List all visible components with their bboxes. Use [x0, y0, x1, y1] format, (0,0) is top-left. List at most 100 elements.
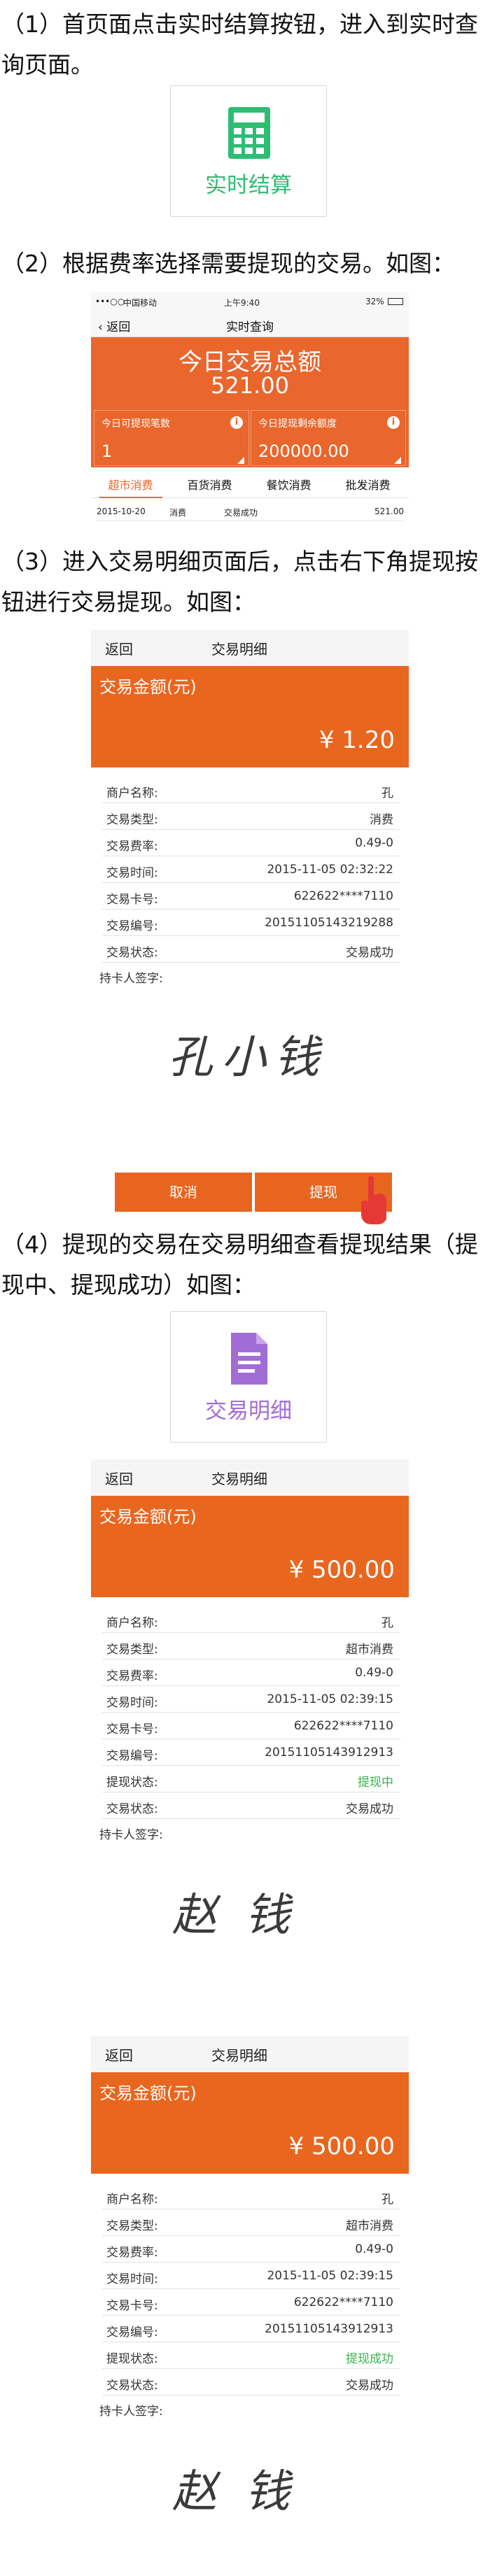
transaction-number-row: 交易编号: 20151105143912913: [102, 1739, 400, 1766]
field-label: 交易卡号:: [106, 2299, 158, 2313]
transaction-number-row: 交易编号: 20151105143219288: [102, 910, 400, 936]
row-type: 消费: [169, 508, 187, 518]
field-value: 孔: [382, 786, 393, 800]
battery-label: 32%: [365, 297, 384, 306]
field-value: 2015-11-05 02:39:15: [267, 2269, 393, 2283]
tab-wholesale[interactable]: 批发消费: [328, 476, 407, 493]
step-1-text: （1）首页面点击实时结算按钮，进入到实时查询页面。: [1, 10, 478, 78]
field-label: 交易卡号:: [106, 1722, 158, 1736]
field-value: 交易成功: [346, 946, 393, 960]
signature-label: 持卡人签字:: [99, 2405, 163, 2419]
detail-title: 交易明细: [211, 1471, 267, 1487]
transaction-detail-screen-2: 返回 交易明细 交易金额(元) ¥ 500.00 商户名称: 孔 交易类型: 超市消…: [91, 1459, 409, 1994]
transaction-detail-screen-3: 返回 交易明细 交易金额(元) ¥ 500.00 商户名称: 孔 交易类型: 超市消…: [91, 2036, 409, 2572]
daily-total-panel: 今日交易总额 521.00 今日可提现笔数 i 1 今日提现剩余额度 i 200…: [91, 337, 409, 467]
detail-title: 交易明细: [211, 2047, 267, 2064]
field-label: 交易编号:: [106, 1749, 158, 1763]
detail-header: 返回 交易明细: [91, 630, 409, 666]
category-tabs: 超市消费 百货消费 餐饮消费 批发消费: [91, 467, 409, 498]
amount-panel: 交易金额(元) ¥ 500.00: [91, 1496, 409, 1597]
withdraw-status-row: 提现状态: 提现成功: [102, 2342, 400, 2369]
transaction-status-row: 交易状态: 交易成功: [102, 2369, 400, 2395]
back-button[interactable]: 返回: [105, 638, 133, 658]
field-label: 交易类型:: [106, 1643, 158, 1657]
field-value: 20151105143912913: [265, 1746, 393, 1760]
amount-panel: 交易金额(元) ¥ 500.00: [91, 2072, 409, 2174]
remaining-limit-value: 200000.00: [258, 441, 349, 461]
field-label: 提现状态:: [106, 2352, 158, 2366]
field-label: 交易编号:: [106, 919, 158, 933]
time-row: 交易时间: 2015-11-05 02:39:15: [102, 1686, 400, 1713]
card-number-row: 交易卡号: 622622****7110: [102, 1713, 400, 1739]
detail-title: 交易明细: [211, 641, 267, 658]
field-label: 交易状态:: [106, 946, 158, 960]
back-button[interactable]: 返回: [105, 1468, 133, 1488]
type-row: 交易类型: 消费: [102, 803, 400, 830]
field-value: 20151105143219288: [265, 916, 393, 930]
transaction-detail-screen-1: 返回 交易明细 交易金额(元) ¥ 1.20 商户名称: 孔 交易类型: 消费 交易…: [91, 630, 409, 1224]
transaction-status-row: 交易状态: 交易成功: [102, 1792, 400, 1819]
field-value: 交易成功: [346, 1802, 393, 1816]
detail-header: 返回 交易明细: [91, 1459, 409, 1496]
amount-label: 交易金额(元): [99, 2083, 197, 2103]
detail-header: 返回 交易明细: [91, 2036, 409, 2072]
info-icon[interactable]: i: [387, 416, 400, 429]
field-value: 超市消费: [346, 2219, 393, 2233]
field-label: 交易时间:: [106, 1696, 158, 1710]
field-label: 交易状态:: [106, 2379, 158, 2393]
field-value: 622622****7110: [293, 889, 393, 903]
field-value: 孔: [382, 1616, 393, 1630]
remaining-limit-label: 今日提现剩余额度: [258, 418, 337, 430]
fee-rate-row: 交易费率: 0.49-0: [102, 2236, 400, 2263]
field-value: 0.49-0: [355, 1666, 393, 1680]
field-label: 交易状态:: [106, 1802, 158, 1816]
withdrawable-count-value: 1: [102, 441, 113, 461]
cancel-button[interactable]: 取消: [115, 1173, 252, 1212]
field-label: 商户名称:: [106, 786, 158, 800]
realtime-settlement-button[interactable]: 实时结算: [170, 85, 327, 217]
amount-label: 交易金额(元): [99, 677, 197, 697]
daily-total-value: 521.00: [211, 372, 289, 399]
withdrawable-count-label: 今日可提现笔数: [102, 418, 170, 430]
active-tab-indicator: [99, 497, 162, 498]
field-label: 交易类型:: [106, 2219, 158, 2233]
card-number-row: 交易卡号: 622622****7110: [102, 2289, 400, 2316]
transaction-detail-button[interactable]: 交易明细: [170, 1311, 327, 1443]
fee-rate-row: 交易费率: 0.49-0: [102, 1659, 400, 1686]
tab-department-store[interactable]: 百货消费: [170, 476, 249, 493]
page-title: 实时查询: [226, 320, 274, 334]
field-label: 交易费率:: [106, 840, 158, 854]
merchant-row: 商户名称: 孔: [102, 1606, 400, 1633]
field-label: 交易类型:: [106, 813, 158, 827]
transaction-number-row: 交易编号: 20151105143912913: [102, 2316, 400, 2342]
realtime-query-screen: •••○○ 中国移动 上午9:40 32% ‹ 返回 实时查询 今日交易总额 5…: [91, 292, 409, 558]
field-value: 2015-11-05 02:39:15: [267, 1692, 393, 1706]
withdraw-status-value: 提现成功: [346, 2352, 393, 2366]
row-date: 2015-10-20: [97, 507, 146, 516]
field-value: 622622****7110: [293, 1719, 393, 1733]
tab-supermarket[interactable]: 超市消费: [91, 476, 170, 493]
field-value: 20151105143912913: [265, 2322, 393, 2336]
amount-value: ¥ 500.00: [288, 2132, 395, 2160]
withdrawable-count-card: 今日可提现笔数 i 1: [94, 410, 249, 466]
info-icon[interactable]: i: [230, 416, 243, 429]
signal-dots: •••○○: [95, 297, 125, 306]
amount-value: ¥ 1.20: [318, 726, 395, 754]
field-label: 商户名称:: [106, 1616, 158, 1630]
back-button[interactable]: 返回: [105, 2044, 133, 2065]
merchant-row: 商户名称: 孔: [102, 2183, 400, 2209]
signature-label: 持卡人签字:: [99, 972, 163, 986]
field-value: 622622****7110: [293, 2295, 393, 2309]
step-3-text: （3）进入交易明细页面后，点击右下角提现按钮进行交易提现。如图：: [1, 548, 478, 616]
withdraw-status-value: 提现中: [358, 1776, 393, 1790]
amount-value: ¥ 500.00: [288, 1556, 395, 1584]
step-2-text: （2）根据费率选择需要提现的交易。如图：: [1, 250, 455, 277]
field-label: 交易时间:: [106, 2272, 158, 2286]
card-number-row: 交易卡号: 622622****7110: [102, 883, 400, 910]
corner-triangle-icon: [394, 457, 401, 464]
field-value: 交易成功: [346, 2379, 393, 2393]
time-row: 交易时间: 2015-11-05 02:39:15: [102, 2263, 400, 2289]
tab-dining[interactable]: 餐饮消费: [249, 476, 328, 493]
field-label: 交易卡号:: [106, 893, 158, 907]
field-value: 0.49-0: [355, 836, 393, 850]
